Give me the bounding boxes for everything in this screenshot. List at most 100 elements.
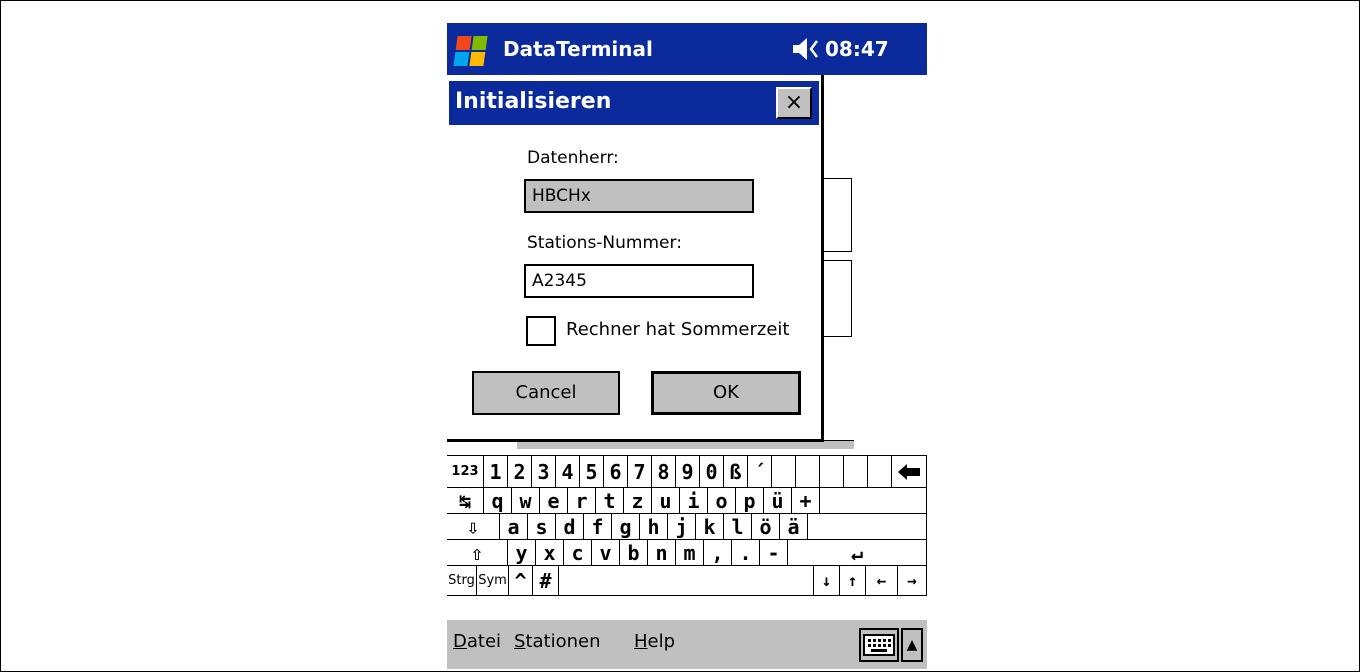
app-title: DataTerminal [503, 37, 653, 61]
key[interactable]: l [724, 514, 752, 540]
key[interactable]: w [512, 488, 540, 514]
cancel-button[interactable]: Cancel [472, 371, 620, 415]
start-menu-icon[interactable] [447, 26, 493, 72]
key[interactable]: a [500, 514, 528, 540]
key[interactable]: 6 [604, 456, 628, 488]
key[interactable]: u [652, 488, 680, 514]
key[interactable]: o [708, 488, 736, 514]
key[interactable]: 1 [484, 456, 508, 488]
title-bar: DataTerminal 08:47 [447, 23, 927, 75]
tab-key[interactable]: ↹ [447, 488, 484, 514]
key-123[interactable]: 123 [447, 456, 484, 488]
key[interactable]: j [668, 514, 696, 540]
key[interactable]: p [736, 488, 764, 514]
key[interactable]: i [680, 488, 708, 514]
menu-datei[interactable]: Datei [453, 631, 501, 652]
background-button [823, 178, 852, 252]
key[interactable]: ä [780, 514, 808, 540]
shift-key[interactable]: ⇧ [447, 540, 508, 566]
datenherr-label: Datenherr: [527, 148, 619, 168]
key[interactable]: 2 [508, 456, 532, 488]
backspace-icon [898, 463, 920, 480]
key[interactable]: + [792, 488, 820, 514]
key[interactable]: y [508, 540, 536, 566]
key[interactable]: b [620, 540, 648, 566]
background-button [823, 260, 852, 337]
menu-bar: Datei Stationen Help ▲ [447, 619, 927, 669]
pocket-pc-screen: DataTerminal 08:47 Initialisieren × Date… [447, 23, 927, 669]
key[interactable] [796, 456, 820, 488]
key[interactable]: x [536, 540, 564, 566]
key[interactable]: r [568, 488, 596, 514]
key[interactable]: 0 [700, 456, 724, 488]
daylight-saving-label[interactable]: Rechner hat Sommerzeit [566, 319, 789, 340]
key[interactable]: v [592, 540, 620, 566]
key[interactable]: d [556, 514, 584, 540]
key[interactable]: 3 [532, 456, 556, 488]
menu-stationen[interactable]: Stationen [514, 631, 601, 652]
key[interactable]: ^ [509, 566, 533, 596]
key[interactable]: e [540, 488, 568, 514]
key[interactable]: c [564, 540, 592, 566]
key[interactable]: 8 [652, 456, 676, 488]
sym-key[interactable]: Sym [477, 566, 509, 596]
key[interactable] [772, 456, 796, 488]
clock[interactable]: 08:47 [825, 37, 889, 61]
arrow-left-key[interactable]: ← [866, 566, 898, 596]
enter-key[interactable]: ↵ [788, 540, 927, 566]
key[interactable] [808, 514, 927, 540]
menu-help[interactable]: Help [634, 631, 675, 652]
key[interactable]: 9 [676, 456, 700, 488]
key[interactable]: , [704, 540, 732, 566]
daylight-saving-checkbox[interactable] [526, 316, 556, 346]
key[interactable] [820, 488, 927, 514]
key[interactable]: ö [752, 514, 780, 540]
key[interactable]: # [533, 566, 559, 596]
key[interactable]: . [732, 540, 760, 566]
key[interactable]: g [612, 514, 640, 540]
menu-accel: S [514, 631, 526, 652]
key[interactable]: - [760, 540, 788, 566]
key[interactable]: n [648, 540, 676, 566]
key[interactable]: ü [764, 488, 792, 514]
key[interactable]: t [596, 488, 624, 514]
backspace-key[interactable] [892, 456, 927, 488]
key[interactable]: z [624, 488, 652, 514]
key[interactable]: ´ [748, 456, 772, 488]
initialize-dialog: Initialisieren × Datenherr: Stations-Num… [447, 75, 824, 442]
menu-label: atei [466, 631, 502, 652]
key[interactable]: ß [724, 456, 748, 488]
input-panel-button[interactable] [859, 628, 899, 662]
menu-label: tationen [525, 631, 601, 652]
menu-accel: H [634, 631, 648, 652]
arrow-right-key[interactable]: → [898, 566, 927, 596]
dialog-title-bar: Initialisieren × [449, 81, 819, 125]
key[interactable] [820, 456, 844, 488]
keyboard-icon [863, 634, 895, 656]
arrow-down-key[interactable]: ↓ [814, 566, 840, 596]
station-number-label: Stations-Nummer: [527, 233, 682, 253]
dialog-title: Initialisieren [455, 89, 612, 114]
speaker-icon[interactable] [791, 35, 823, 63]
ctrl-key[interactable]: Strg [447, 566, 477, 596]
key[interactable]: q [484, 488, 512, 514]
input-method-arrow[interactable]: ▲ [901, 628, 923, 662]
key[interactable] [868, 456, 892, 488]
key[interactable]: 5 [580, 456, 604, 488]
menu-label: elp [647, 631, 676, 652]
key[interactable]: 7 [628, 456, 652, 488]
key[interactable]: s [528, 514, 556, 540]
close-button[interactable]: × [776, 87, 812, 119]
key[interactable]: m [676, 540, 704, 566]
key[interactable]: f [584, 514, 612, 540]
key[interactable]: h [640, 514, 668, 540]
space-key[interactable] [559, 566, 814, 596]
key[interactable]: k [696, 514, 724, 540]
station-number-input[interactable] [524, 264, 754, 298]
key[interactable]: 4 [556, 456, 580, 488]
caps-key[interactable]: ⇩ [447, 514, 500, 540]
datenherr-field [524, 179, 754, 213]
arrow-up-key[interactable]: ↑ [840, 566, 866, 596]
key[interactable] [844, 456, 868, 488]
ok-button[interactable]: OK [651, 371, 801, 415]
